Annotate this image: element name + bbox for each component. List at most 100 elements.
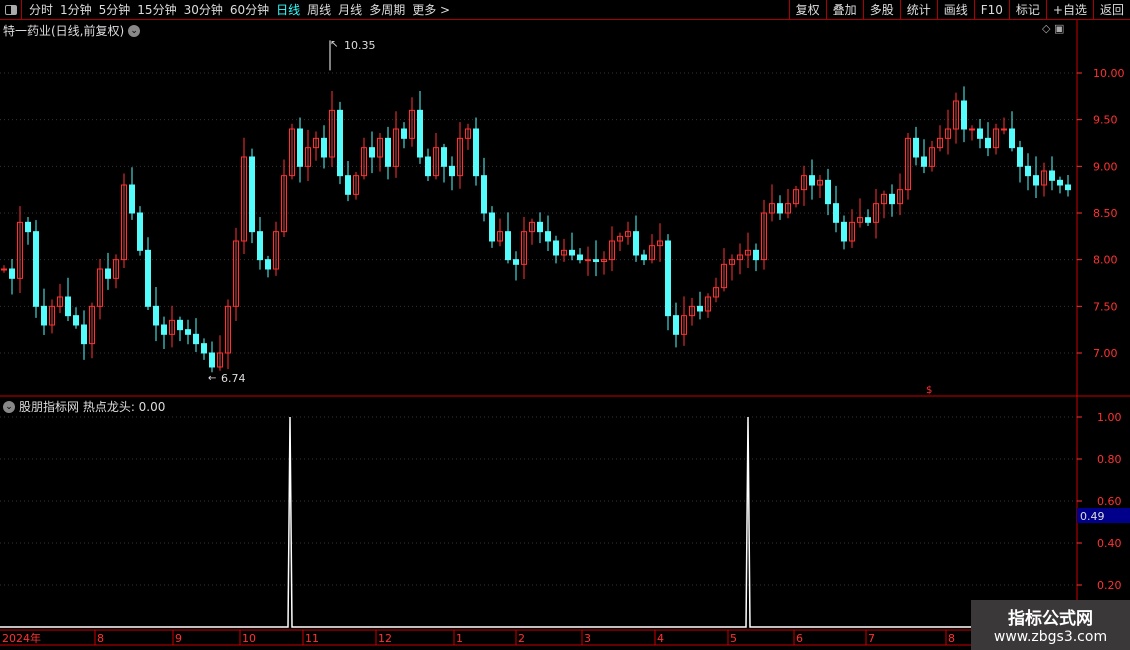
watermark: 指标公式网 www.zbgs3.com <box>971 600 1130 650</box>
candle-body <box>105 268 111 279</box>
candle <box>785 189 791 219</box>
kline-chart[interactable]: 7.00 7.50 8.00 8.50 9.00 9.50 10.00 10.35 ↖ 6.74 ←… <box>0 0 1130 650</box>
watermark-title: 指标公式网 <box>1008 609 1093 629</box>
candle-body <box>505 231 511 261</box>
candle <box>921 139 927 174</box>
month-label: 11 <box>305 632 319 645</box>
candle <box>65 277 71 321</box>
candle-body <box>577 254 583 261</box>
month-label: 6 <box>796 632 803 645</box>
candle <box>665 234 671 331</box>
candle <box>377 133 383 172</box>
indicator-tick-label: 0.60 <box>1097 495 1122 508</box>
candle <box>33 220 39 318</box>
candle <box>953 92 959 144</box>
candle <box>401 122 407 149</box>
candle <box>961 86 967 143</box>
month-label: 1 <box>456 632 463 645</box>
candle-body <box>1 268 7 271</box>
candle-body <box>73 315 79 326</box>
candle <box>481 157 487 222</box>
candle-body <box>161 324 167 335</box>
candle <box>737 243 743 275</box>
low-label: 6.74 <box>221 372 246 385</box>
candle <box>753 243 759 272</box>
candle <box>273 221 279 276</box>
candle <box>705 293 711 318</box>
candle <box>337 101 343 185</box>
candle <box>297 117 303 183</box>
candle-body <box>777 203 783 214</box>
candle-body <box>345 175 351 195</box>
candle <box>89 302 95 359</box>
candle-body <box>185 329 191 335</box>
candle <box>561 238 567 262</box>
candle <box>697 291 703 320</box>
candle <box>1017 140 1023 183</box>
candle <box>185 319 191 345</box>
indicator-tick-label: 0.40 <box>1097 537 1122 550</box>
candle-body <box>1049 170 1055 181</box>
candle <box>169 305 175 348</box>
candle <box>241 137 247 255</box>
candle-body <box>201 343 207 354</box>
candle <box>449 156 455 191</box>
candle <box>617 232 623 251</box>
candle <box>745 232 751 269</box>
candle-body <box>889 193 895 205</box>
candle <box>721 248 727 292</box>
candle <box>929 140 935 172</box>
candle <box>385 126 391 180</box>
candle-body <box>489 212 495 242</box>
candle <box>1057 176 1063 194</box>
candle <box>873 189 879 239</box>
price-tick-label: 10.00 <box>1093 67 1125 80</box>
candle-body <box>1033 175 1039 186</box>
candle <box>1001 117 1007 135</box>
candle-body <box>177 319 183 331</box>
candle <box>729 254 735 281</box>
candle-body <box>41 305 47 326</box>
candle <box>225 299 231 370</box>
candle-body <box>425 156 431 177</box>
candle <box>777 195 783 220</box>
candle <box>545 215 551 251</box>
candle <box>193 318 199 353</box>
candle <box>553 235 559 264</box>
candle <box>577 248 583 264</box>
candle-body <box>913 137 919 158</box>
candle-body <box>209 352 215 368</box>
candle-body <box>969 128 975 131</box>
price-tick-label: 7.00 <box>1093 347 1118 360</box>
candle-body <box>265 259 271 270</box>
candle-body <box>25 221 31 233</box>
candle <box>105 252 111 290</box>
candle-body <box>153 305 159 326</box>
candle <box>1041 162 1047 197</box>
candle-body <box>449 165 455 177</box>
candle <box>609 226 615 272</box>
candle <box>945 109 951 155</box>
candle <box>913 126 919 166</box>
arrow-icon: ↖ <box>330 39 338 50</box>
candle-body <box>593 259 599 263</box>
candle <box>257 217 263 270</box>
candle <box>129 167 135 220</box>
candle-body <box>665 240 671 317</box>
candle <box>289 123 295 180</box>
candle-body <box>697 305 703 312</box>
candle-body <box>81 324 87 345</box>
candle <box>313 131 319 161</box>
candle-body <box>1017 147 1023 167</box>
candle <box>841 215 847 250</box>
candle <box>177 316 183 342</box>
candle <box>641 249 647 265</box>
candle <box>657 223 663 262</box>
candle <box>833 185 839 233</box>
candle <box>441 143 447 183</box>
candle-body <box>585 259 591 262</box>
candle <box>1 265 7 273</box>
candle <box>201 338 207 360</box>
price-tick-label: 9.00 <box>1093 160 1118 173</box>
candle <box>625 221 631 245</box>
